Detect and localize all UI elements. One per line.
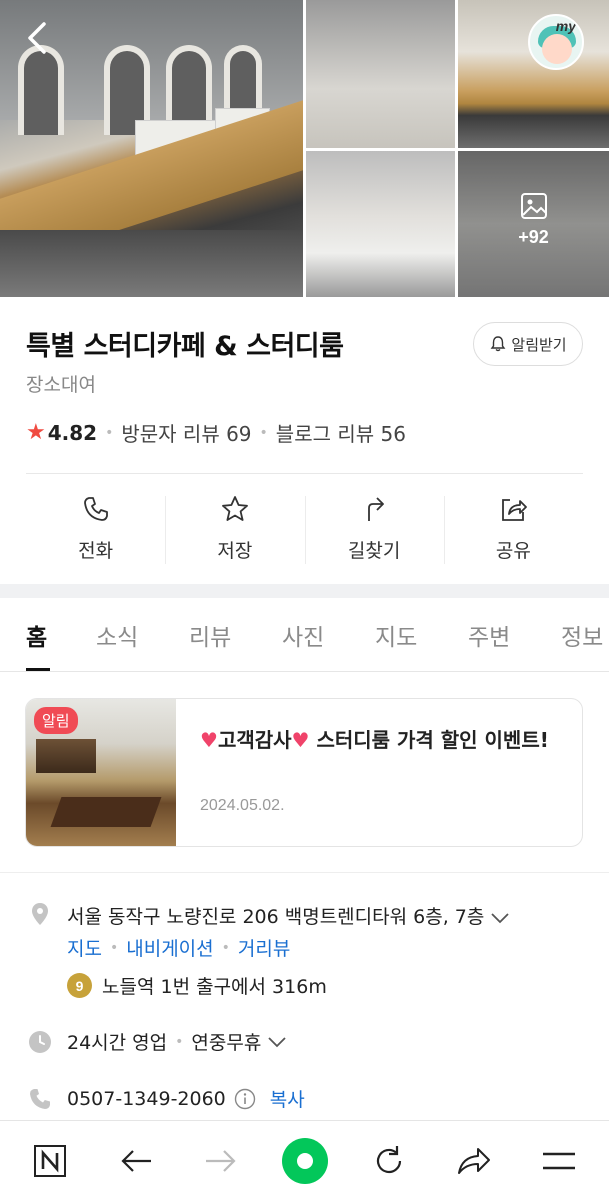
subway-row: 9 노들역 1번 출구에서 316m xyxy=(67,972,327,999)
directions-button[interactable]: 길찾기 xyxy=(304,490,444,570)
refresh-icon xyxy=(376,1146,402,1174)
address-text: 서울 동작구 노량진로 206 백명트렌디타워 6층, 7층 xyxy=(67,906,485,928)
map-link[interactable]: 지도 xyxy=(67,934,102,961)
copy-button[interactable]: 복사 xyxy=(270,1085,305,1112)
rating-row: ★ 4.82 • 방문자 리뷰 69 • 블로그 리뷰 56 xyxy=(26,418,406,447)
avatar-label: my xyxy=(555,18,576,34)
notice-badge: 알림 xyxy=(34,707,78,734)
share-arrow-icon xyxy=(458,1148,490,1174)
refresh-button[interactable] xyxy=(367,1139,411,1183)
naver-n-icon xyxy=(34,1145,66,1177)
share-icon xyxy=(502,499,528,521)
heart-icon: ♥ xyxy=(200,728,218,752)
save-button[interactable]: 저장 xyxy=(165,490,304,570)
photo-thumb-1[interactable] xyxy=(306,0,455,148)
visitor-reviews-link[interactable]: 방문자 리뷰 69 xyxy=(121,418,251,447)
place-category: 장소대여 xyxy=(26,374,96,396)
tab-nearby[interactable]: 주변 xyxy=(468,618,510,652)
subway-text: 노들역 1번 출구에서 316m xyxy=(102,976,327,998)
call-label: 전화 xyxy=(78,540,114,562)
photo-thumb-2[interactable] xyxy=(458,0,609,148)
share-button[interactable]: 공유 xyxy=(443,490,583,570)
green-dot-button[interactable] xyxy=(282,1138,328,1184)
photo-gallery: +92 my xyxy=(0,0,609,297)
image-icon xyxy=(520,193,547,219)
back-button[interactable] xyxy=(20,20,56,56)
info-circle-icon[interactable] xyxy=(234,1088,256,1110)
notice-date: 2024.05.02. xyxy=(200,797,285,814)
browser-bottom-bar xyxy=(0,1120,609,1200)
tab-reviews[interactable]: 리뷰 xyxy=(189,618,231,652)
location-pin-icon xyxy=(32,903,48,925)
call-button[interactable]: 전화 xyxy=(26,490,165,570)
photo-thumb-3[interactable] xyxy=(306,151,455,297)
save-label: 저장 xyxy=(217,540,253,562)
bell-icon xyxy=(490,336,506,352)
divider xyxy=(26,473,583,474)
tab-news[interactable]: 소식 xyxy=(96,618,138,652)
navigation-link[interactable]: 내비게이션 xyxy=(126,934,213,961)
back-nav-button[interactable] xyxy=(114,1139,158,1183)
notice-title: ♥고객감사♥ 스터디룸 가격 할인 이벤트! xyxy=(200,725,570,756)
phone-row: 0507-1349-2060 복사 xyxy=(67,1085,305,1112)
hamburger-menu-icon xyxy=(543,1152,575,1170)
directions-label: 길찾기 xyxy=(347,540,401,562)
chevron-down-icon xyxy=(491,912,510,923)
notice-title-rest: 스터디룸 가격 할인 이벤트! xyxy=(309,728,549,752)
active-tab-indicator xyxy=(26,668,50,671)
hours-row[interactable]: 24시간 영업 • 연중무휴 xyxy=(67,1028,287,1055)
tab-info[interactable]: 정보 xyxy=(561,618,603,652)
notice-card[interactable]: 알림 ♥고객감사♥ 스터디룸 가격 할인 이벤트! 2024.05.02. xyxy=(25,698,583,847)
my-profile-avatar[interactable]: my xyxy=(528,14,584,70)
tab-photos[interactable]: 사진 xyxy=(282,618,324,652)
share-label: 공유 xyxy=(495,540,531,562)
forward-nav-button[interactable] xyxy=(199,1139,243,1183)
rating-score: 4.82 xyxy=(47,420,98,445)
alarm-label: 알림받기 xyxy=(511,335,567,354)
naver-home-button[interactable] xyxy=(28,1139,72,1183)
divider xyxy=(0,872,609,873)
directions-icon xyxy=(368,497,385,521)
arrow-left-icon xyxy=(121,1150,151,1172)
action-bar: 전화 저장 길찾기 공유 xyxy=(26,490,583,570)
photo-thumb-more[interactable]: +92 xyxy=(458,151,609,297)
tab-home[interactable]: 홈 xyxy=(26,618,47,652)
phone-number[interactable]: 0507-1349-2060 xyxy=(67,1088,226,1110)
section-divider xyxy=(0,584,609,598)
phone-icon xyxy=(30,1089,50,1109)
clock-icon xyxy=(29,1031,51,1053)
star-outline-icon xyxy=(221,496,248,521)
chevron-down-icon xyxy=(268,1036,286,1047)
more-photos-count: +92 xyxy=(518,227,549,247)
phone-icon xyxy=(83,497,108,521)
address-row[interactable]: 서울 동작구 노량진로 206 백명트렌디타워 6층, 7층 xyxy=(67,902,510,929)
street-view-link[interactable]: 거리뷰 xyxy=(238,934,290,961)
place-name: 특별 스터디카페 & 스터디룸 xyxy=(26,331,344,362)
hours-text: 24시간 영업 xyxy=(67,1032,168,1054)
tab-bar: 홈 소식 리뷰 사진 지도 주변 정보 xyxy=(0,598,609,672)
blog-reviews-link[interactable]: 블로그 리뷰 56 xyxy=(276,418,406,447)
subway-line-badge: 9 xyxy=(67,973,92,998)
holiday-text: 연중무휴 xyxy=(191,1032,262,1054)
notice-title-text: 고객감사 xyxy=(217,728,292,752)
address-links: 지도 • 내비게이션 • 거리뷰 xyxy=(67,934,290,961)
share-nav-button[interactable] xyxy=(452,1139,496,1183)
notice-image: 알림 xyxy=(26,699,176,846)
menu-button[interactable] xyxy=(537,1139,581,1183)
alarm-button[interactable]: 알림받기 xyxy=(473,322,583,366)
tab-map[interactable]: 지도 xyxy=(375,618,417,652)
star-icon: ★ xyxy=(26,420,46,445)
arrow-right-icon xyxy=(206,1150,236,1172)
heart-icon: ♥ xyxy=(291,728,310,752)
chevron-left-icon xyxy=(28,22,46,54)
